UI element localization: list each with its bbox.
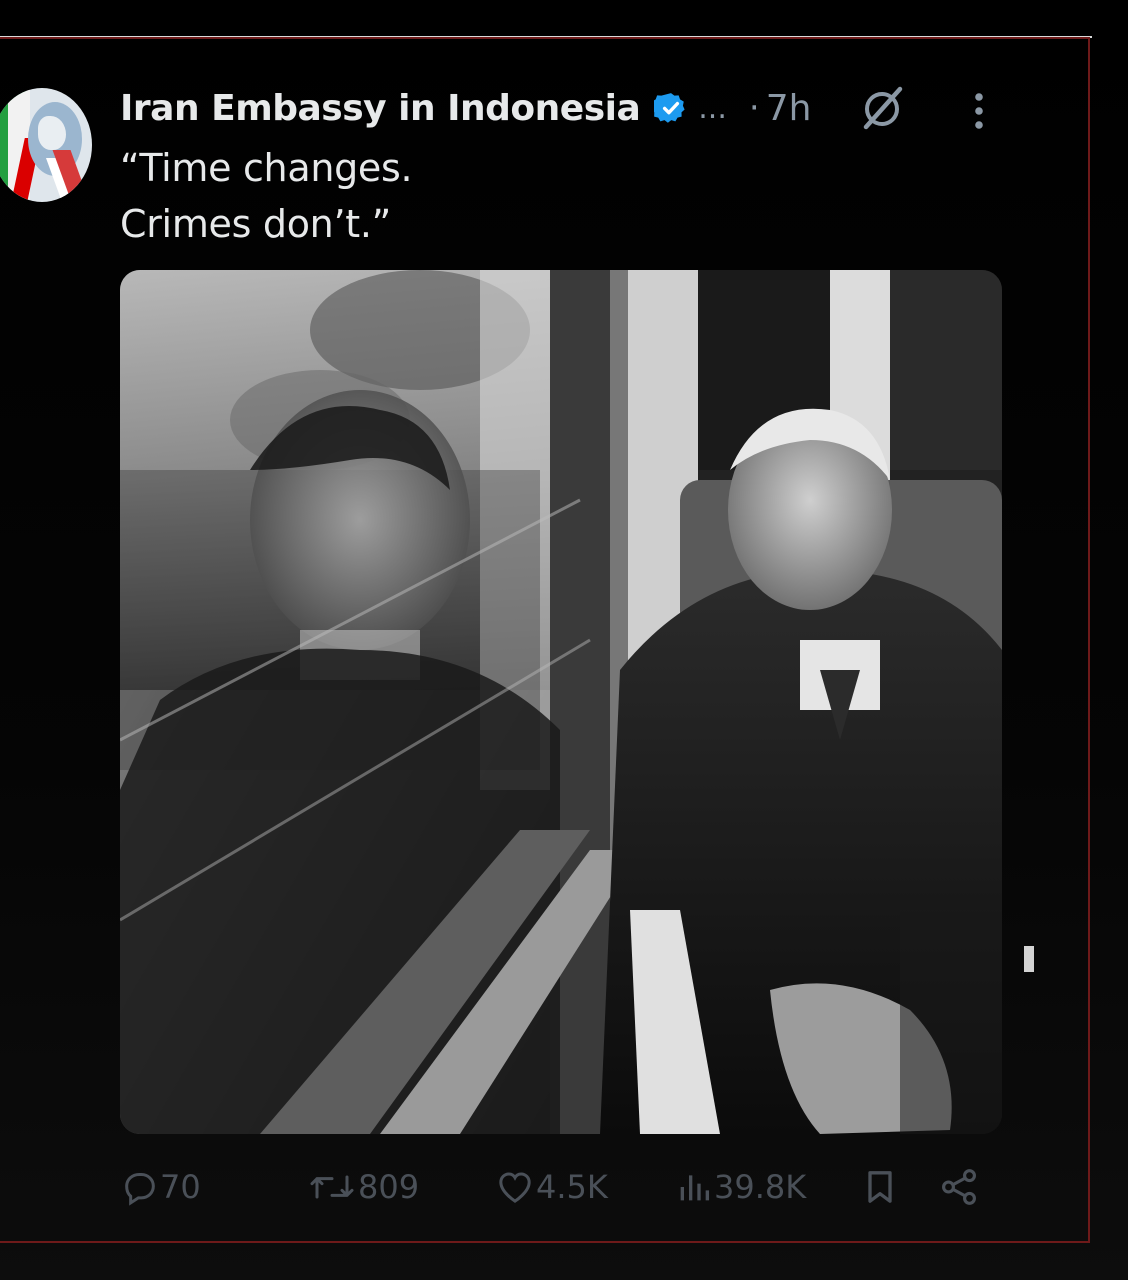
views-button[interactable]: 39.8K bbox=[674, 1162, 806, 1212]
photo-illustration bbox=[120, 270, 1002, 1134]
views-count: 39.8K bbox=[714, 1168, 807, 1206]
heart-icon bbox=[499, 1172, 531, 1203]
tweet-text: “Time changes. Crimes don’t.” bbox=[120, 140, 413, 252]
reply-button[interactable]: 70 bbox=[120, 1162, 201, 1212]
tweet-photo[interactable] bbox=[120, 270, 1002, 1134]
action-bar: 70 809 4.5K 39.8K bbox=[120, 1162, 990, 1212]
screen: Iran Embassy in Indonesia ... · 7h “Time… bbox=[0, 0, 1128, 1280]
repost-count: 809 bbox=[358, 1168, 420, 1206]
timestamp[interactable]: 7h bbox=[766, 88, 812, 129]
reply-icon bbox=[125, 1173, 155, 1206]
tweet-header: Iran Embassy in Indonesia ... · 7h bbox=[120, 84, 811, 132]
time-separator: · bbox=[748, 88, 760, 128]
views-icon bbox=[680, 1175, 709, 1201]
verified-badge-icon bbox=[654, 93, 685, 123]
bookmark-button[interactable] bbox=[860, 1162, 900, 1212]
more-vertical-icon[interactable] bbox=[970, 90, 988, 132]
grok-icon[interactable] bbox=[858, 84, 908, 132]
share-icon bbox=[942, 1169, 976, 1205]
author-name[interactable]: Iran Embassy in Indonesia bbox=[120, 88, 641, 129]
repost-button[interactable]: 809 bbox=[306, 1162, 419, 1212]
bookmark-icon bbox=[868, 1171, 892, 1203]
avatar[interactable] bbox=[0, 88, 92, 202]
scroll-indicator[interactable] bbox=[1024, 946, 1034, 972]
reply-count: 70 bbox=[160, 1168, 201, 1206]
like-button[interactable]: 4.5K bbox=[494, 1162, 608, 1212]
tweet-text-line-1: “Time changes. bbox=[120, 146, 413, 190]
more-label: ... bbox=[698, 90, 727, 126]
like-count: 4.5K bbox=[536, 1168, 608, 1206]
repost-icon bbox=[310, 1175, 354, 1199]
share-button[interactable] bbox=[938, 1162, 980, 1212]
tweet-text-line-2: Crimes don’t.” bbox=[120, 202, 391, 246]
